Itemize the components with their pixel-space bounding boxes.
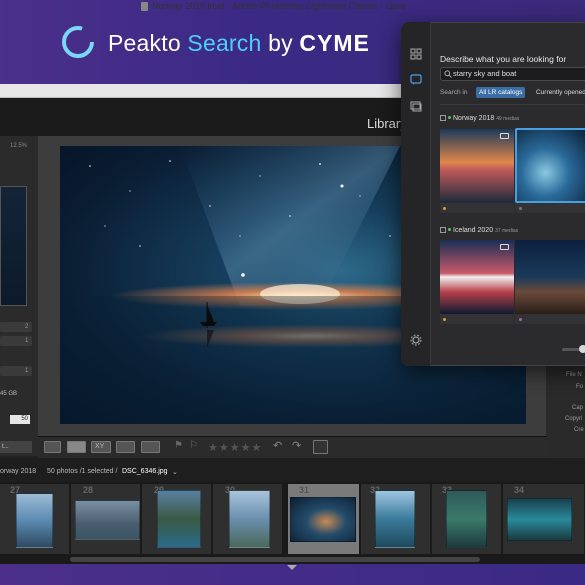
reject-flag-icon[interactable]: ⚐ (189, 440, 198, 451)
color-label-dot (519, 318, 522, 321)
catalog-header[interactable]: Norway 2018 49 medias (440, 115, 519, 122)
filmstrip-thumbnail (157, 490, 201, 548)
search-result-thumbnail[interactable] (440, 129, 514, 203)
peakto-logo-icon (62, 26, 94, 58)
grid-icon[interactable] (410, 48, 422, 60)
crop-overlay-icon[interactable] (313, 440, 328, 454)
result-footer (440, 203, 514, 213)
metadata-label: Cap (572, 405, 584, 411)
catalog-count: 49 medias (496, 116, 520, 122)
catalog-name: Norway 2018 (453, 115, 495, 122)
survey-view-button[interactable] (116, 441, 135, 453)
cell-number: 31 (299, 485, 310, 495)
search-result-thumbnail[interactable] (515, 240, 585, 314)
left-field-value[interactable]: 50 (10, 415, 30, 424)
color-label-dot (443, 207, 446, 210)
catalog-status-dot (448, 116, 451, 120)
loupe-view-button[interactable] (67, 441, 86, 453)
panel-toggle-arrow-icon[interactable] (287, 565, 297, 570)
prompt-label: Describe what you are looking for (440, 54, 567, 64)
metadata-label: Fo (576, 384, 584, 390)
color-label-dot (519, 207, 522, 210)
scope-current-catalog-chip[interactable]: Currently opened (533, 87, 585, 98)
catalog-name: Iceland 2020 (453, 227, 494, 234)
left-row-label: 1 (25, 338, 29, 344)
search-in-label: Search in (440, 89, 468, 96)
filmstrip-filename[interactable]: DSC_6346.jpg (122, 468, 168, 475)
search-icon (444, 70, 452, 78)
result-footer (515, 203, 585, 213)
flag-icon[interactable]: ⚑ (174, 440, 183, 451)
search-result-thumbnail-selected[interactable] (515, 128, 585, 203)
window-title: Norway 2018.lrcat - Adobe Photoshop Ligh… (152, 1, 406, 11)
panel-divider (440, 104, 585, 105)
right-panel (546, 366, 585, 458)
filmstrip-thumbnail (507, 498, 572, 541)
banner-accent: Search (187, 30, 262, 56)
navigator-zoom[interactable]: 12.5% (10, 143, 27, 149)
video-icon (500, 244, 509, 250)
people-view-button[interactable] (141, 441, 160, 453)
filmstrip-thumbnail (446, 490, 487, 548)
star-rating[interactable]: ★★★★★ (208, 441, 262, 454)
metadata-label: File N (566, 372, 582, 378)
left-row-label: 1 (25, 368, 29, 374)
filmstrip-folder[interactable]: orway 2018 (0, 468, 36, 475)
catalog-checkbox[interactable] (440, 115, 446, 121)
catalog-count: 37 medias (495, 228, 519, 234)
catalog-checkbox[interactable] (440, 227, 446, 233)
screen-root: Peakto Search by CYME Norway 2018.lrcat … (0, 0, 585, 585)
rotate-left-icon[interactable]: ↶ (273, 439, 282, 452)
search-result-thumbnail[interactable] (440, 240, 514, 314)
chevron-down-icon[interactable]: ⌄ (172, 468, 178, 476)
result-footer (440, 314, 514, 324)
filmstrip-scroll-thumb[interactable] (70, 557, 480, 562)
banner-brand: CYME (299, 30, 370, 56)
video-icon (500, 133, 509, 139)
catalog-status-dot (448, 228, 451, 232)
cell-number: 28 (83, 485, 94, 495)
left-panel-button[interactable]: t... (0, 441, 32, 453)
media-icon[interactable] (410, 100, 422, 112)
cell-number: 34 (514, 485, 525, 495)
metadata-label: Copyri (565, 416, 583, 422)
document-icon (141, 2, 148, 11)
metadata-label: Cre (574, 427, 584, 433)
filmstrip-thumbnail (229, 490, 270, 548)
search-input-value: starry sky and boat (453, 69, 517, 78)
filmstrip-status: 50 photos /1 selected / (47, 468, 118, 475)
banner-by: by (268, 30, 293, 56)
slider-knob[interactable] (579, 345, 585, 353)
result-footer (515, 314, 585, 324)
filmstrip-thumbnail (290, 497, 356, 542)
catalog-header[interactable]: Iceland 2020 37 medias (440, 227, 518, 234)
storage-size: 45 GB (0, 391, 18, 397)
color-label-dot (443, 318, 446, 321)
chat-search-icon[interactable] (410, 74, 422, 86)
scope-all-catalogs-chip[interactable]: All LR catalogs (476, 87, 526, 98)
filmstrip-thumbnail (75, 500, 140, 540)
grid-view-button[interactable] (44, 441, 61, 453)
navigator-preview[interactable] (0, 186, 27, 306)
filmstrip-thumbnail (375, 490, 415, 548)
banner-prefix: Peakto (108, 30, 181, 56)
filmstrip-thumbnail (16, 493, 53, 548)
settings-icon[interactable] (410, 334, 422, 346)
rotate-right-icon[interactable]: ↷ (292, 439, 301, 452)
left-row-label: 2 (25, 324, 29, 330)
compare-label: XY (95, 443, 105, 450)
banner-title: Peakto Search by CYME (108, 30, 370, 57)
